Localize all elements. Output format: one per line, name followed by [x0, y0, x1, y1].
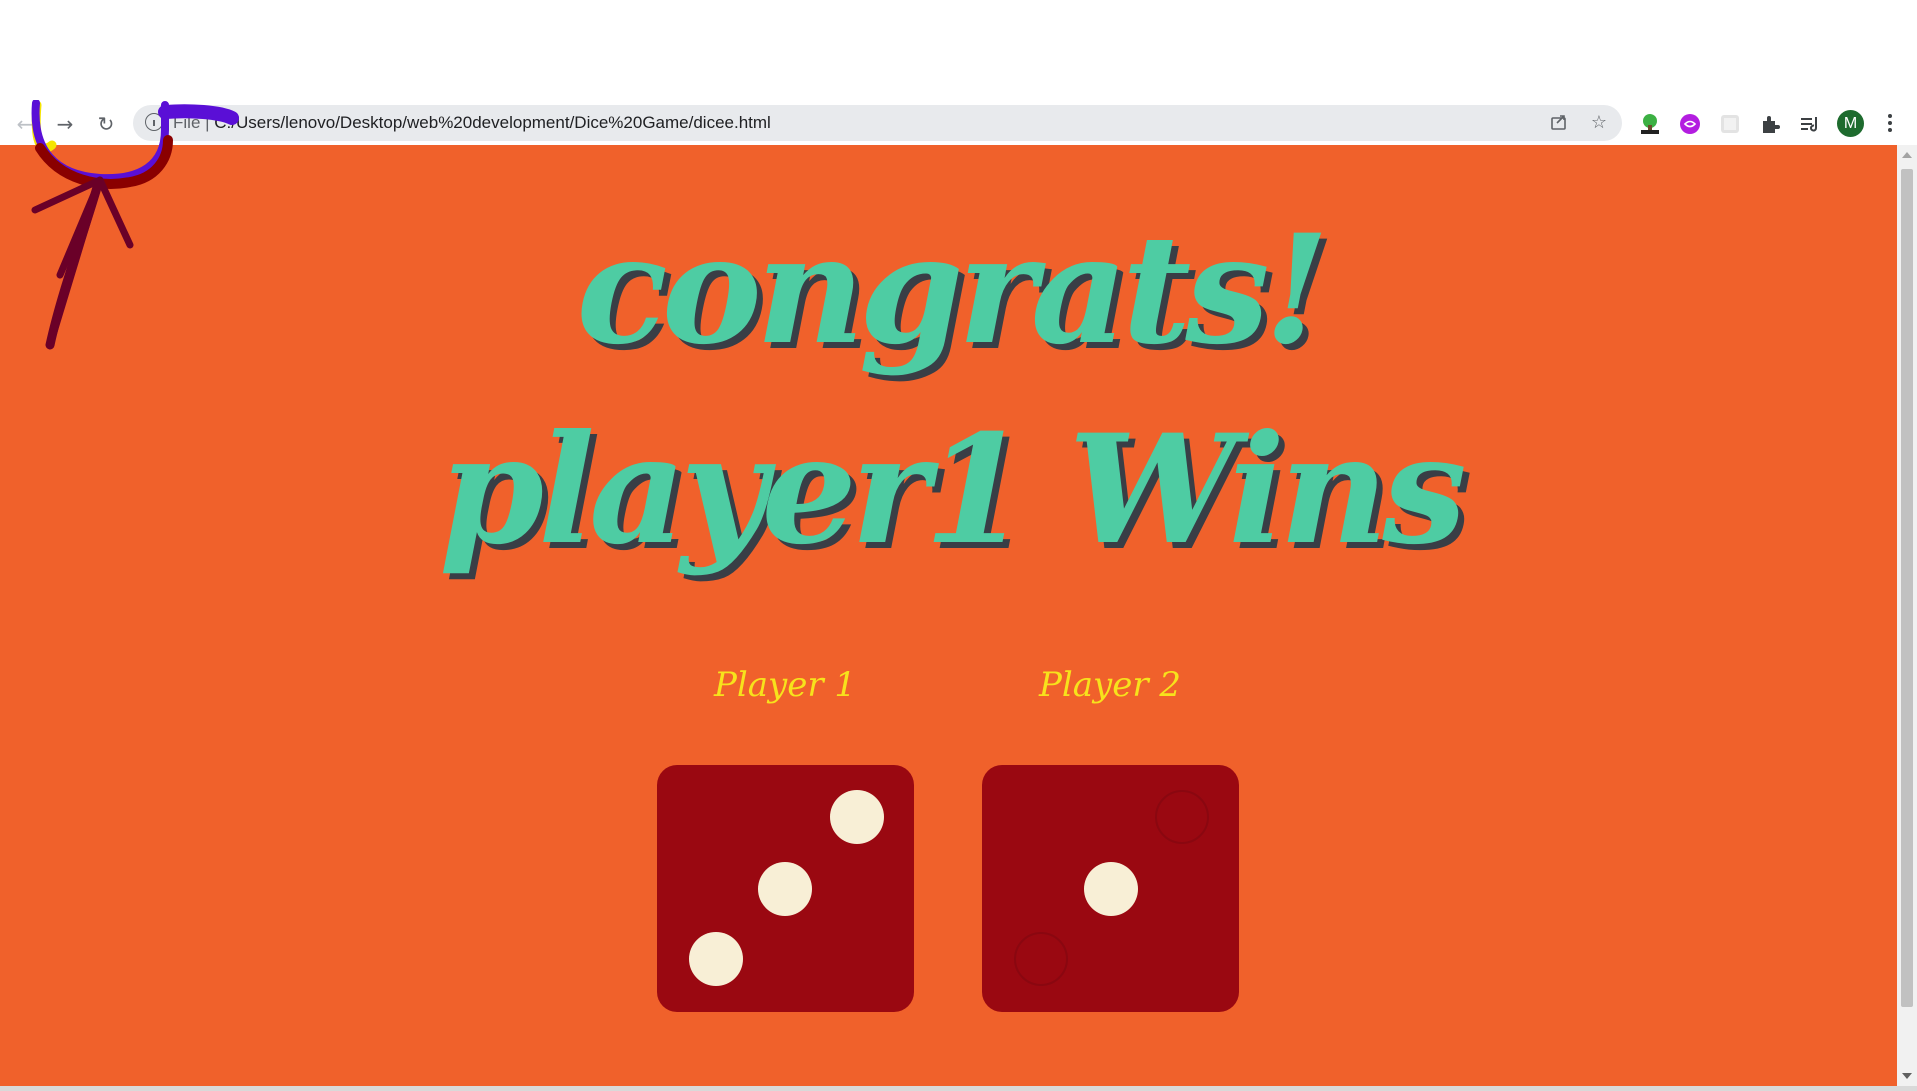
window-top-area: [0, 0, 1917, 105]
grey-extension-icon[interactable]: [1718, 112, 1742, 136]
profile-avatar[interactable]: M: [1837, 110, 1864, 137]
reload-icon[interactable]: ↻: [91, 109, 121, 139]
player1-die: [657, 765, 914, 1012]
address-url[interactable]: File | C:/Users/lenovo/Desktop/web%20dev…: [173, 113, 771, 133]
share-icon[interactable]: [1549, 113, 1569, 133]
address-url-text: C:/Users/lenovo/Desktop/web%20developmen…: [214, 113, 771, 132]
player2-label: Player 2: [1038, 665, 1182, 705]
scroll-up-arrow-icon[interactable]: [1902, 152, 1912, 158]
puzzle-extensions-icon[interactable]: [1758, 112, 1782, 136]
scroll-thumb[interactable]: [1901, 169, 1913, 1007]
player2-die: [982, 765, 1239, 1012]
die-pip: [689, 932, 743, 986]
address-url-prefix: File |: [173, 113, 215, 132]
die-pip: [1084, 862, 1138, 916]
vertical-scrollbar[interactable]: [1897, 145, 1917, 1086]
address-bar[interactable]: File | C:/Users/lenovo/Desktop/web%20dev…: [133, 105, 1622, 141]
die-pip-faint: [1014, 932, 1068, 986]
window-bottom-edge: [0, 1086, 1917, 1091]
die-pip: [830, 790, 884, 844]
die-pip: [758, 862, 812, 916]
html-tree-extension-icon[interactable]: [1638, 112, 1662, 136]
menu-kebab-icon[interactable]: [1884, 110, 1896, 136]
scroll-down-arrow-icon[interactable]: [1902, 1073, 1912, 1079]
site-info-icon[interactable]: [145, 113, 163, 131]
reading-list-icon[interactable]: [1798, 112, 1822, 136]
player1-label: Player 1: [713, 665, 857, 705]
die-pip-faint: [1155, 790, 1209, 844]
bookmark-star-icon[interactable]: ☆: [1589, 113, 1609, 133]
winner-headline: congrats! player1 Wins: [439, 202, 1467, 578]
forward-arrow-icon[interactable]: →: [50, 109, 80, 139]
purple-extension-icon[interactable]: [1678, 112, 1702, 136]
back-arrow-icon[interactable]: ←: [10, 109, 40, 139]
